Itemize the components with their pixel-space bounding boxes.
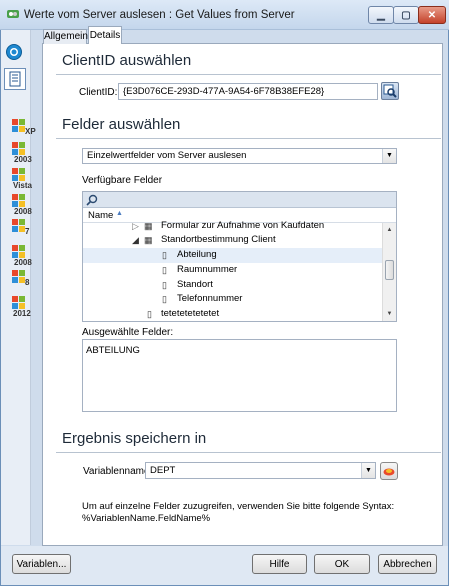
sort-ascending-icon: ▲ (116, 210, 123, 217)
selected-fields-label: Ausgewählte Felder: (82, 327, 174, 338)
varname-value: DEPT (150, 465, 176, 476)
tree-item-label: Telefonnummer (177, 293, 243, 304)
field-icon: ▯ (162, 280, 167, 290)
ok-button[interactable]: OK (314, 554, 370, 574)
tree-row[interactable]: ◢ ▦ Standortbestimmung Client (83, 233, 382, 248)
clientid-label: ClientID: (79, 87, 118, 98)
windows-flag-icon (12, 245, 26, 259)
tree-search-bar[interactable] (83, 192, 396, 208)
syntax-hint-line2: %VariablenName.FeldName% (82, 513, 211, 524)
divider (56, 138, 441, 139)
available-fields-tree[interactable]: Name ▲ ▷ ▦ Formular zur Aufnahme von Kau… (82, 191, 397, 322)
tree-item-label: Raumnummer (177, 264, 238, 275)
magnifier-icon (383, 84, 397, 98)
close-button[interactable]: ✕ (418, 6, 446, 24)
os-label: XP (25, 127, 36, 136)
tab-details[interactable]: Details (88, 26, 122, 44)
chevron-down-icon[interactable]: ▼ (382, 149, 396, 163)
app-icon (6, 7, 20, 21)
variables-button[interactable]: Variablen... (12, 554, 71, 574)
tab-allgemein[interactable]: Allgemein (43, 29, 88, 44)
windows-flag-icon (12, 142, 26, 156)
windows-flag-icon (12, 119, 26, 133)
os-label: 2008 (14, 258, 32, 267)
os-item-2012[interactable]: 2012 (8, 296, 34, 322)
tree-item-label: Abteilung (177, 249, 217, 260)
varname-label: Variablenname: (83, 466, 153, 477)
table-icon: ▦ (144, 235, 153, 245)
cancel-button[interactable]: Abbrechen (378, 554, 437, 574)
windows-flag-icon (12, 270, 26, 284)
help-button[interactable]: Hilfe (252, 554, 307, 574)
collapse-arrow-icon[interactable]: ◢ (132, 235, 139, 246)
browse-client-button[interactable] (381, 82, 399, 100)
os-item-2008[interactable]: 2008 (8, 194, 34, 220)
windows-flag-icon (12, 194, 26, 208)
client-section-title: ClientID auswählen (62, 52, 192, 69)
expand-arrow-icon[interactable]: ▷ (132, 221, 139, 232)
maximize-button[interactable]: ▢ (393, 6, 419, 24)
os-item-7[interactable]: 7 (8, 219, 34, 245)
syntax-hint-line1: Um auf einzelne Felder zuzugreifen, verw… (82, 501, 395, 512)
os-label: 8 (25, 278, 30, 287)
os-item-2003[interactable]: 2003 (8, 142, 34, 168)
title-bar[interactable]: Werte vom Server auslesen : Get Values f… (0, 0, 449, 30)
minimize-button[interactable]: ▁ (368, 6, 394, 24)
divider (56, 452, 441, 453)
variable-icon (383, 468, 395, 476)
tree-scrollbar[interactable]: ▲ ▼ (382, 223, 396, 321)
selected-fields-box[interactable]: ABTEILUNG (82, 339, 397, 412)
field-icon: ▯ (162, 294, 167, 304)
os-item-8[interactable]: 8 (8, 270, 34, 296)
tree-item-label: Standortbestimmung Client (161, 234, 276, 245)
available-fields-label: Verfügbare Felder (82, 175, 163, 186)
tree-row[interactable]: ▯ Telefonnummer (83, 292, 382, 307)
os-item-2008r2[interactable]: 2008 (8, 245, 34, 271)
variable-name-combo[interactable]: DEPT ▼ (145, 462, 376, 479)
scroll-up-icon[interactable]: ▲ (383, 223, 396, 236)
windows-flag-icon (12, 296, 26, 310)
windows-flag-icon (12, 168, 26, 182)
windows-flag-icon (12, 219, 26, 233)
field-icon: ▯ (162, 265, 167, 275)
os-label: 2008 (14, 207, 32, 216)
os-label: 2003 (14, 155, 32, 164)
os-label: 7 (25, 227, 30, 236)
fields-section-title: Felder auswählen (62, 116, 181, 133)
result-section-title: Ergebnis speichern in (62, 430, 207, 447)
field-icon: ▯ (162, 250, 167, 260)
clientid-field[interactable]: {E3D076CE-293D-477A-9A54-6F78B38EFE28} (118, 83, 378, 100)
chevron-down-icon[interactable]: ▼ (361, 463, 375, 478)
field-mode-select[interactable]: Einzelwertfelder vom Server auslesen ▼ (82, 148, 397, 164)
tree-item-label: Standort (177, 279, 213, 290)
os-label: Vista (13, 181, 32, 190)
scrollbar-thumb[interactable] (385, 260, 394, 280)
tree-row[interactable]: ▯ Standort (83, 278, 382, 293)
search-icon (86, 194, 98, 206)
document-list-icon[interactable] (4, 68, 26, 90)
os-item-vista[interactable]: Vista (8, 168, 34, 194)
selected-field-value: ABTEILUNG (86, 345, 140, 356)
tree-row[interactable]: ▯ tetetetetetetet (83, 307, 382, 321)
globe-icon[interactable] (5, 43, 23, 61)
tree-item-label: Formular zur Aufnahme von Kaufdaten (161, 220, 325, 231)
tree-row-selected[interactable]: ▯ Abteilung (83, 248, 382, 263)
tree-row[interactable]: ▷ ▦ Formular zur Aufnahme von Kaufdaten (83, 219, 382, 234)
divider (56, 74, 441, 75)
scroll-down-icon[interactable]: ▼ (383, 307, 396, 320)
table-icon: ▦ (144, 221, 153, 231)
field-mode-value: Einzelwertfelder vom Server auslesen (87, 150, 247, 161)
tree-item-label: tetetetetetetet (161, 308, 220, 319)
tree-row[interactable]: ▯ Raumnummer (83, 263, 382, 278)
field-icon: ▯ (147, 309, 152, 319)
os-label: 2012 (13, 309, 31, 318)
variable-picker-button[interactable] (380, 462, 398, 480)
window-title: Werte vom Server auslesen : Get Values f… (24, 9, 295, 21)
